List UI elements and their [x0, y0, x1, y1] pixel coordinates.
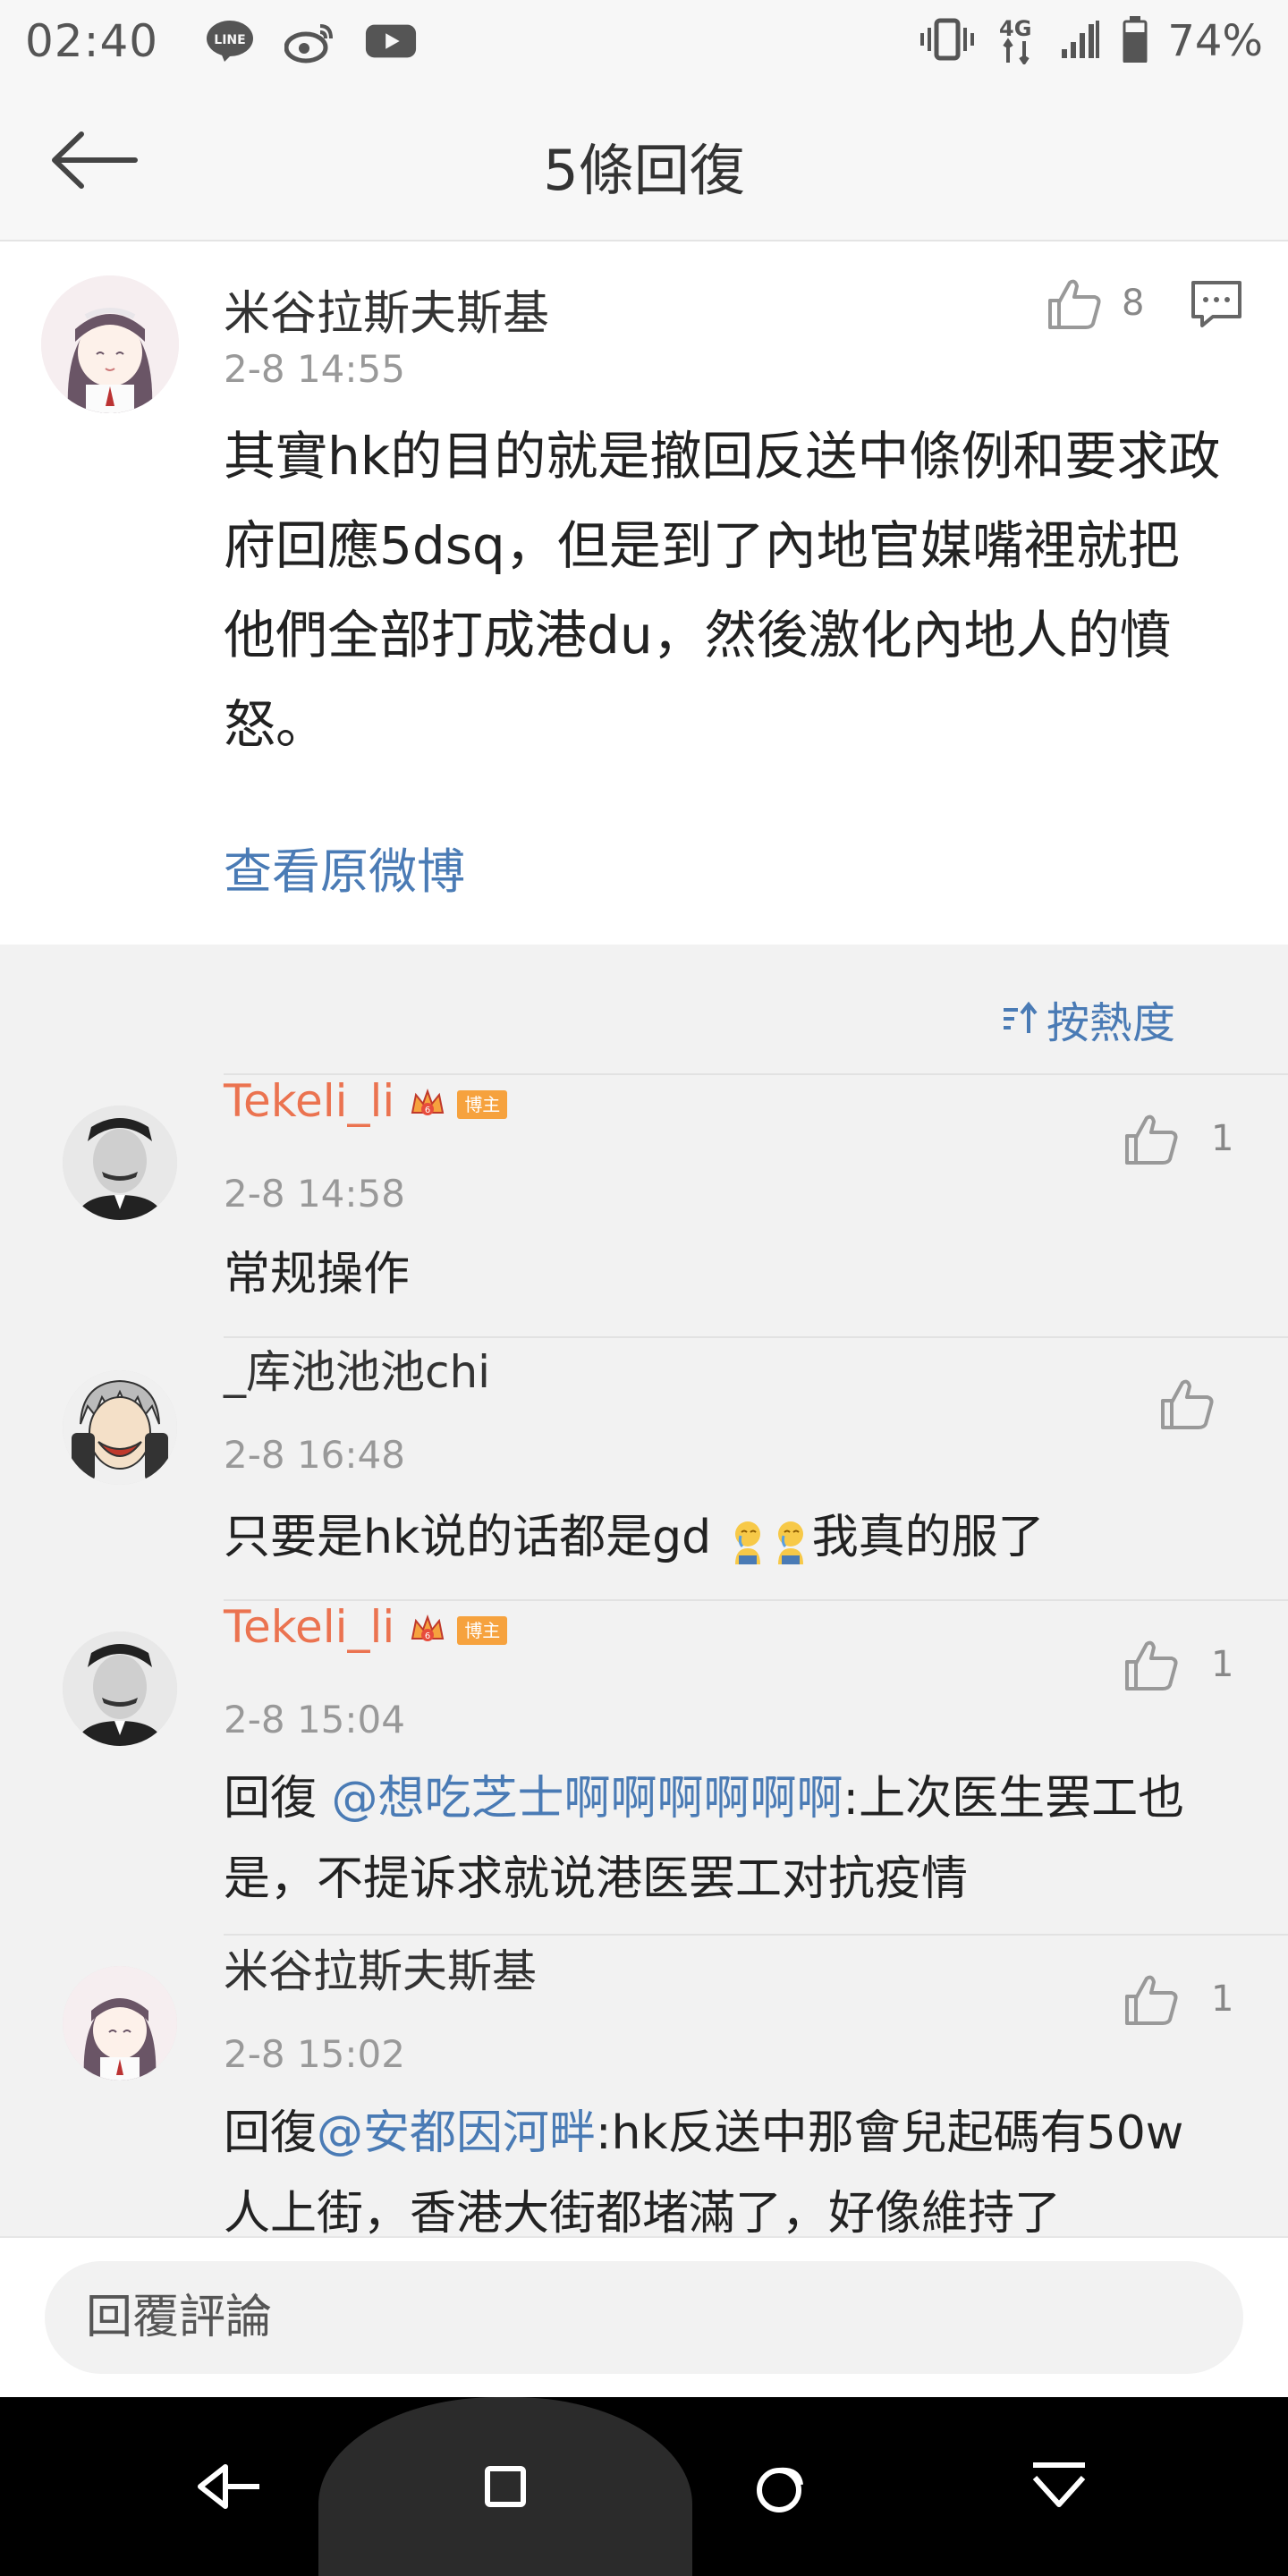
like-count: 1 [1211, 1118, 1234, 1159]
status-time: 02:40 [25, 15, 159, 67]
emoji-icon [777, 1521, 803, 1564]
avatar[interactable] [63, 1106, 177, 1220]
crown-badge-icon: 6 [411, 1088, 445, 1115]
svg-text:6: 6 [425, 1106, 430, 1115]
home-nav-button[interactable] [452, 2433, 559, 2540]
like-button[interactable] [1159, 1376, 1215, 1431]
reply-author[interactable]: Tekeli_li 6 博主 [224, 1075, 508, 1127]
reply-item: 米谷拉斯夫斯基 2-8 15:02 1 回復@安都因河畔:hk反送中那會兒起碼有… [0, 1936, 1288, 2236]
thumbs-up-icon [1125, 1114, 1178, 1165]
line-icon: LINE [203, 19, 257, 64]
avatar[interactable] [63, 1966, 177, 2080]
sort-bar: 按熱度 [0, 945, 1288, 1075]
thumbs-up-icon [1125, 1640, 1178, 1690]
reply-item: Tekeli_li 6 博主 2-8 15:04 1 回復 @想吃芝士啊啊啊啊啊啊:… [0, 1601, 1288, 1936]
reply-text: 回復@安都因河畔:hk反送中那會兒起碼有50w人上街，香港大街都堵滿了，好像維持… [224, 2106, 1184, 2236]
reply-text: 只要是hk说的话都是gd 我真的服了 [224, 1511, 1045, 1564]
comment-button[interactable] [1190, 279, 1243, 333]
reply-text: 常规操作 [224, 1248, 411, 1301]
title-bar: 5條回復 [0, 82, 1288, 242]
thumbs-up-icon [1048, 279, 1101, 329]
reply-author[interactable]: _库池池池chi [224, 1336, 490, 1401]
like-button[interactable]: 8 [1046, 275, 1144, 331]
status-bar: 02:40 LINE 4G 74% [0, 0, 1288, 82]
notification-nav-button[interactable] [1005, 2433, 1113, 2540]
battery-icon [1123, 16, 1148, 66]
sort-label: 按熱度 [1046, 998, 1175, 1048]
crown-badge-icon: 6 [411, 1614, 445, 1641]
host-badge: 博主 [457, 1089, 508, 1119]
svg-text:6: 6 [425, 1631, 430, 1641]
post-time: 2-8 14:55 [224, 347, 405, 391]
like-count: 1 [1211, 1979, 1234, 2020]
page-title: 5條回復 [543, 138, 745, 203]
post-content: 其實hk的目的就是撤回反送中條例和要求政府回應5dsq，但是到了內地官媒嘴裡就把… [224, 426, 1221, 755]
signal-icon [1058, 17, 1103, 65]
author-name[interactable]: 米谷拉斯夫斯基 [224, 275, 549, 343]
reply-item: Tekeli_li 6 博主 2-8 14:58 1 常规操作 [0, 1075, 1288, 1338]
vibrate-icon [919, 17, 976, 65]
reply-time: 2-8 15:02 [224, 2032, 405, 2076]
reply-time: 2-8 14:58 [224, 1172, 405, 1216]
like-button[interactable]: 1 [1123, 1637, 1233, 1692]
network-4g-icon: 4G [996, 14, 1038, 68]
recents-nav-button[interactable] [728, 2433, 835, 2540]
like-count: 1 [1211, 1644, 1234, 1685]
sort-icon [1003, 1001, 1038, 1033]
host-badge: 博主 [457, 1615, 508, 1645]
like-button[interactable]: 1 [1123, 1971, 1233, 2027]
avatar[interactable] [41, 275, 179, 413]
like-count: 8 [1122, 283, 1145, 324]
original-comment: 米谷拉斯夫斯基 2-8 14:55 8 其實hk的目的就是撤回反送中條例和要求政… [0, 242, 1288, 945]
sort-button[interactable]: 按熱度 [1002, 987, 1175, 1050]
recents-nav-icon [757, 2467, 803, 2512]
youtube-icon [364, 19, 418, 64]
reply-input-bar [0, 2236, 1288, 2397]
comment-icon [1191, 281, 1241, 327]
avatar[interactable] [63, 1370, 177, 1485]
mention-link[interactable]: @安都因河畔 [317, 2106, 596, 2160]
back-nav-icon [198, 2464, 259, 2509]
thumbs-up-icon [1161, 1379, 1214, 1429]
svg-text:4G: 4G [999, 16, 1031, 41]
weibo-icon [284, 19, 337, 64]
reply-author[interactable]: Tekeli_li 6 博主 [224, 1601, 508, 1653]
like-button[interactable]: 1 [1123, 1111, 1233, 1166]
system-nav-bar [0, 2397, 1288, 2576]
reply-item: _库池池池chi 2-8 16:48 只要是hk说的话都是gd 我真的服了 [0, 1338, 1288, 1601]
reply-text: 回復 @想吃芝士啊啊啊啊啊啊:上次医生罢工也是，不提诉求就说港医罢工对抗疫情 [224, 1772, 1185, 1906]
avatar[interactable] [63, 1631, 177, 1746]
reply-input[interactable] [45, 2261, 1243, 2374]
reply-author[interactable]: 米谷拉斯夫斯基 [224, 1936, 537, 2000]
reply-time: 2-8 15:04 [224, 1698, 405, 1741]
view-original-link[interactable]: 查看原微博 [224, 832, 465, 902]
thumbs-up-icon [1125, 1975, 1178, 2025]
emoji-icon [734, 1521, 760, 1564]
mention-link[interactable]: @想吃芝士啊啊啊啊啊啊 [332, 1772, 843, 1826]
svg-text:LINE: LINE [214, 33, 245, 47]
chevron-down-icon [1032, 2462, 1086, 2507]
reply-time: 2-8 16:48 [224, 1433, 405, 1477]
battery-percent: 74% [1167, 16, 1263, 66]
home-nav-icon [485, 2466, 526, 2507]
back-nav-button[interactable] [175, 2433, 283, 2540]
